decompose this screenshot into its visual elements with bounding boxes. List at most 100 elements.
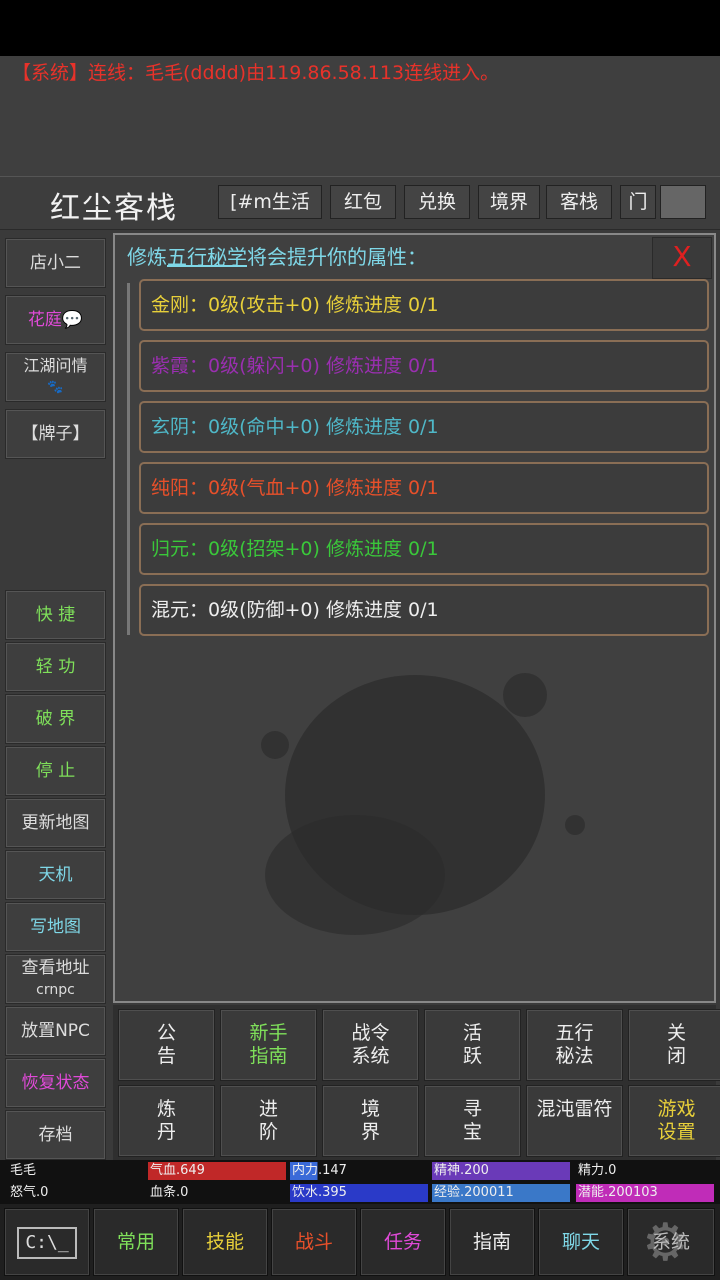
panel-title: 修炼五行秘学将会提升你的属性： [127,241,427,270]
menu-btn-label: 进 阶 [258,1098,278,1143]
menu-btn-label: 活 跃 [462,1022,482,1067]
scrollbar[interactable] [127,283,130,635]
player-name: 毛毛 [10,1163,37,1178]
room-name: 红尘客栈 [50,191,178,226]
left-btn-tianji[interactable]: 天机 [5,850,106,900]
nav-quest[interactable]: 任务 [360,1208,446,1276]
menu-btn[interactable]: 游戏 设置 [628,1085,720,1157]
left-btn-label: 轻 功 [35,657,76,677]
left-btn-place-npc[interactable]: 放置NPC [5,1006,106,1056]
stat-qixue: 气血.649 [148,1162,286,1180]
nav-battle[interactable]: 战斗 [271,1208,357,1276]
function-menu-grid: 公 告 新手 指南 战令 系统 活 跃 五行 秘法 关 闭 炼 丹 进 阶 境 … [113,1005,720,1160]
left-btn-label: 江湖问情 [23,356,88,375]
close-icon[interactable]: X [652,237,712,279]
left-menu: 店小二 花庭💬 江湖问情 🐾 【牌子】 快 捷 轻 功 破 界 停 止 更新地图… [0,230,112,1160]
system-message-area: 【系统】连线：毛毛(dddd)由119.86.58.113连线进入。 [0,56,720,176]
cultivation-row[interactable]: 纯阳：0级(气血+0) 修炼进度 0/1 [139,462,709,514]
nav-common[interactable]: 常用 [93,1208,179,1276]
paw-icon: 🐾 [47,380,64,395]
left-btn-label: 破 界 [35,709,76,729]
inn-button[interactable]: 客栈 [546,185,612,219]
left-btn-badge[interactable]: 【牌子】 [5,409,106,459]
exit-button[interactable] [660,185,706,219]
left-btn-label: 【牌子】 [21,424,90,444]
left-btn-save[interactable]: 存档 [5,1110,106,1160]
stat-jingli: 精力.0 [578,1163,617,1178]
menu-btn[interactable]: 新手 指南 [220,1009,317,1081]
menu-btn[interactable]: 公 告 [118,1009,215,1081]
player-stats: 毛毛 怒气.0 气血.649 血条.0 内力.147 饮水.395 精神.200… [0,1160,720,1204]
nav-skills[interactable]: 技能 [182,1208,268,1276]
menu-btn-label: 炼 丹 [156,1098,176,1143]
bottom-nav: C:\_ 常用 技能 战斗 任务 指南 聊天 ⚙ 系统 [0,1204,720,1280]
menu-btn[interactable]: 五行 秘法 [526,1009,623,1081]
left-btn-shortcut[interactable]: 快 捷 [5,590,106,640]
menu-btn[interactable]: 炼 丹 [118,1085,215,1157]
stat-jingyan: 经验.200011 [432,1184,570,1202]
ink-splash-decoration [261,673,585,935]
menu-btn-label: 战令 系统 [351,1022,390,1067]
menu-btn[interactable]: 混沌雷符 [526,1085,623,1157]
left-btn-lightfoot[interactable]: 轻 功 [5,642,106,692]
menu-btn[interactable]: 活 跃 [424,1009,521,1081]
menu-btn[interactable]: 寻 宝 [424,1085,521,1157]
system-message: 【系统】连线：毛毛(dddd)由119.86.58.113连线进入。 [12,62,500,84]
left-btn-view-address[interactable]: 查看地址 crnpc [5,954,106,1004]
console-icon[interactable]: C:\_ [4,1208,90,1276]
menu-btn-label: 游戏 设置 [657,1098,696,1143]
stat-hp-bar: 血条.0 [150,1185,189,1200]
left-btn-restore[interactable]: 恢复状态 [5,1058,106,1108]
life-button[interactable]: [#m生活 [218,185,322,219]
door-button[interactable]: 门 [620,185,656,219]
menu-btn-label: 寻 宝 [462,1098,482,1143]
left-btn-jianghu[interactable]: 江湖问情 🐾 [5,352,106,402]
room-title-bar: 红尘客栈 [#m生活 红包 兑换 境界 客栈 门 [0,176,720,230]
nav-guide[interactable]: 指南 [449,1208,535,1276]
menu-btn-label: 境 界 [360,1098,380,1143]
left-btn-write-map[interactable]: 写地图 [5,902,106,952]
menu-btn[interactable]: 境 界 [322,1085,419,1157]
console-label: C:\_ [17,1227,77,1259]
stat-yinshui: 饮水.395 [290,1184,428,1202]
left-btn-label: 花庭💬 [27,310,84,330]
nav-system[interactable]: ⚙ 系统 [627,1208,715,1276]
left-btn-waiter[interactable]: 店小二 [5,238,106,288]
left-btn-label: 停 止 [35,761,76,781]
panel-title-prefix: 修炼 [127,245,167,269]
menu-btn-label: 公 告 [156,1022,176,1067]
realm-button[interactable]: 境界 [478,185,540,219]
left-btn-label: 恢复状态 [21,1073,90,1093]
left-btn-label: 快 捷 [35,605,76,625]
cultivation-row[interactable]: 玄阴：0级(命中+0) 修炼进度 0/1 [139,401,709,453]
menu-btn[interactable]: 战令 系统 [322,1009,419,1081]
status-bar [0,0,720,56]
stat-neili: 内力.147 [290,1162,428,1180]
menu-btn-label: 新手 指南 [249,1022,288,1067]
left-btn-label: 查看地址 [21,958,90,978]
stat-anger: 怒气.0 [10,1185,49,1200]
cultivation-row[interactable]: 紫霞：0级(躲闪+0) 修炼进度 0/1 [139,340,709,392]
left-btn-stop[interactable]: 停 止 [5,746,106,796]
menu-btn-label: 五行 秘法 [555,1022,594,1067]
left-btn-label: 存档 [38,1125,73,1145]
stat-jingshen: 精神.200 [432,1162,570,1180]
cultivation-row[interactable]: 金刚：0级(攻击+0) 修炼进度 0/1 [139,279,709,331]
left-btn-breakthrough[interactable]: 破 界 [5,694,106,744]
menu-btn[interactable]: 进 阶 [220,1085,317,1157]
menu-btn[interactable]: 关 闭 [628,1009,720,1081]
cultivation-panel: 修炼五行秘学将会提升你的属性： X 金刚：0级(攻击+0) 修炼进度 0/1 紫… [113,233,716,1003]
red-packet-button[interactable]: 红包 [330,185,396,219]
left-btn-sublabel: crnpc [36,982,75,998]
panel-title-suffix: 将会提升你的属性： [247,245,427,269]
left-btn-update-map[interactable]: 更新地图 [5,798,106,848]
cultivation-row[interactable]: 归元：0级(招架+0) 修炼进度 0/1 [139,523,709,575]
panel-title-link[interactable]: 五行秘学 [167,245,247,269]
left-btn-label: 放置NPC [21,1021,90,1041]
exchange-button[interactable]: 兑换 [404,185,470,219]
menu-btn-label: 混沌雷符 [536,1098,613,1120]
nav-system-label: 系统 [651,1231,690,1253]
left-btn-garden[interactable]: 花庭💬 [5,295,106,345]
nav-chat[interactable]: 聊天 [538,1208,624,1276]
left-btn-label: 写地图 [30,917,81,937]
